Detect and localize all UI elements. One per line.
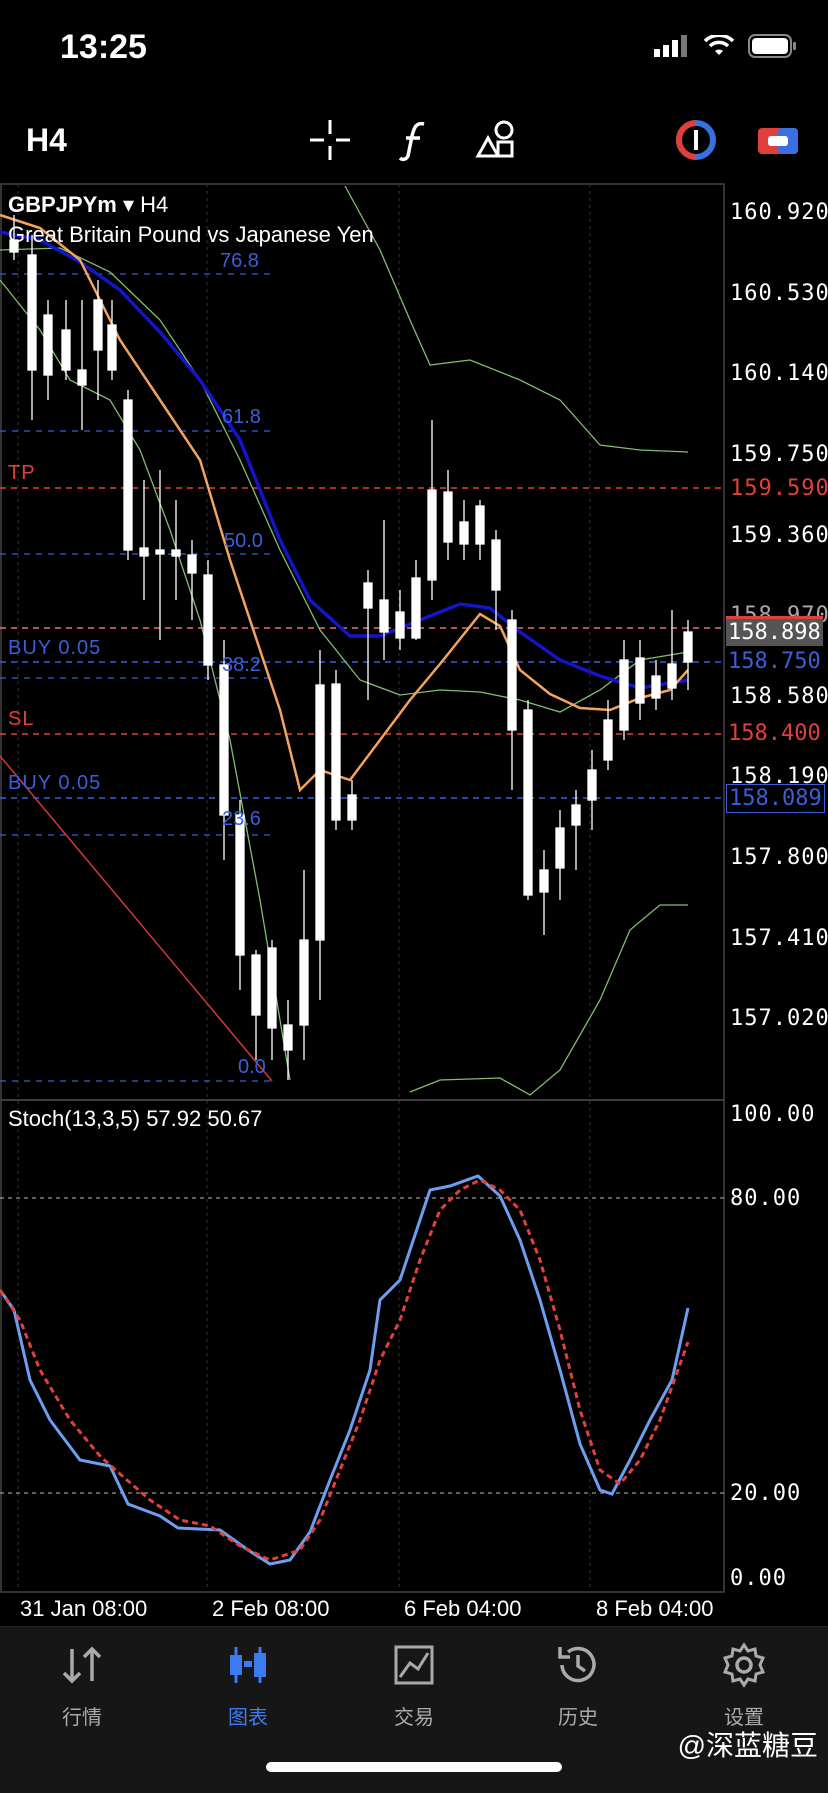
fib-level: 23.6: [222, 808, 261, 830]
buy-order-label[interactable]: BUY 0.05: [8, 772, 101, 795]
fib-level: 61.8: [222, 406, 261, 428]
current-price: 158.898: [726, 616, 823, 646]
stoch-tick: 100.00: [730, 1102, 816, 1127]
tab-label: 历史: [558, 1707, 598, 1729]
tab-label: 交易: [394, 1707, 434, 1729]
sl-price: 158.400: [728, 721, 821, 746]
symbol-name[interactable]: GBPJPYm: [8, 192, 117, 217]
buy-order-label[interactable]: BUY 0.05: [8, 637, 101, 660]
buy-price: 158.089: [726, 784, 825, 813]
settings-icon: [722, 1642, 766, 1688]
stoch-title: Stoch(13,3,5) 57.92 50.67: [8, 1106, 263, 1131]
history-icon: [558, 1646, 596, 1683]
price-tick: 160.530: [730, 281, 828, 306]
tab-chart[interactable]: 图表: [188, 1641, 308, 1730]
tab-label: 行情: [62, 1707, 102, 1729]
price-tick: 159.750: [730, 442, 828, 467]
price-tick: 160.140: [730, 361, 828, 386]
home-indicator: [266, 1762, 562, 1772]
stoch-tick: 20.00: [730, 1481, 802, 1506]
price-tick: 157.410: [730, 926, 828, 951]
chart-symbol[interactable]: GBPJPYm ▾ H4: [8, 192, 168, 218]
price-tick: 158.580: [730, 684, 828, 709]
tab-quotes[interactable]: 行情: [22, 1641, 142, 1730]
time-tick: 8 Feb 04:00: [596, 1596, 714, 1621]
time-tick: 31 Jan 08:00: [20, 1596, 148, 1621]
symbol-description: Great Britain Pound vs Japanese Yen: [8, 222, 374, 247]
tab-settings[interactable]: 设置: [684, 1641, 804, 1730]
time-tick: 6 Feb 04:00: [404, 1596, 522, 1621]
watermark: @深蓝糖豆: [677, 1730, 818, 1761]
chart-icon: [230, 1647, 266, 1683]
tp-label[interactable]: TP: [8, 462, 36, 485]
fib-level: 76.8: [220, 250, 259, 272]
fib-level: 0.0: [238, 1056, 266, 1078]
tab-label: 图表: [228, 1707, 268, 1729]
tp-price: 159.590: [730, 476, 828, 501]
fib-level: 38.2: [222, 654, 261, 676]
stoch-tick: 0.00: [730, 1566, 787, 1591]
quotes-icon: [62, 1646, 102, 1684]
price-tick: 157.800: [730, 845, 828, 870]
trade-icon: [394, 1645, 434, 1685]
chevron-down-icon[interactable]: ▾: [123, 192, 134, 217]
price-tick: 160.920: [730, 200, 828, 225]
price-tick: 159.360: [730, 523, 828, 548]
time-tick: 2 Feb 08:00: [212, 1596, 330, 1621]
tab-trade[interactable]: 交易: [354, 1641, 474, 1730]
price-tick: 157.020: [730, 1006, 828, 1031]
stoch-tick: 80.00: [730, 1186, 802, 1211]
fib-level: 50.0: [224, 530, 263, 552]
sl-label[interactable]: SL: [8, 708, 34, 731]
buy-price: 158.750: [728, 649, 821, 674]
tab-history[interactable]: 历史: [518, 1641, 638, 1730]
chart-timeframe: H4: [140, 192, 169, 217]
